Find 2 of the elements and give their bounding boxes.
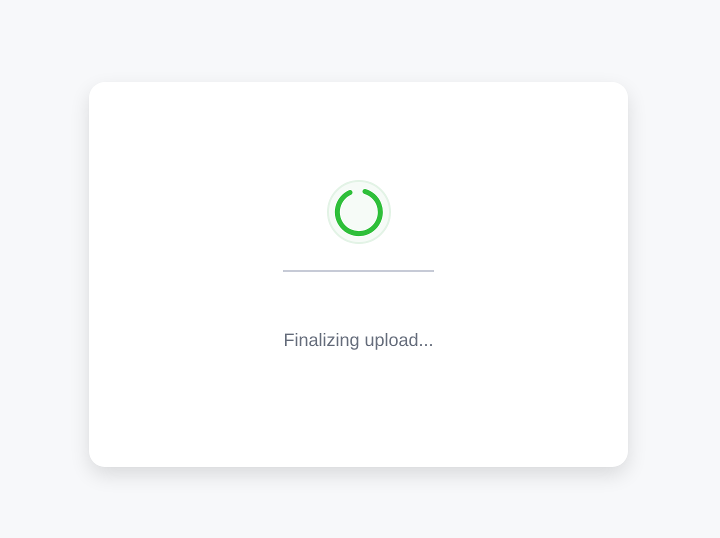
spinner-icon [326, 179, 392, 245]
status-message: Finalizing upload... [283, 329, 434, 352]
